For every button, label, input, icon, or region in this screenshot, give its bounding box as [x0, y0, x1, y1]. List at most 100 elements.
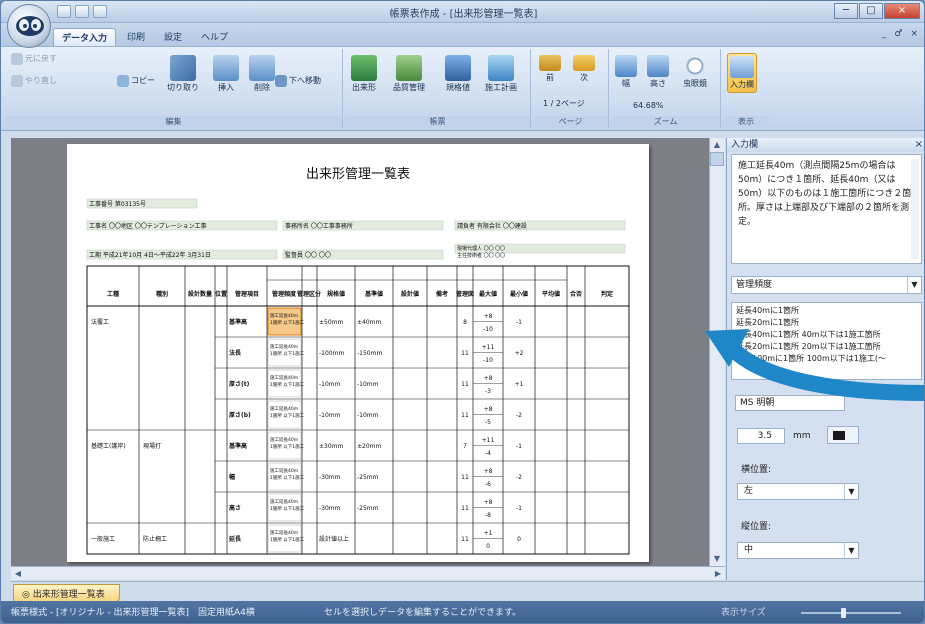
standard-button[interactable]: 規格値: [445, 55, 471, 93]
horizontal-position-select[interactable]: 左 ▼: [737, 483, 859, 500]
scroll-thumb[interactable]: [710, 152, 724, 166]
standard-label: 規格値: [446, 83, 470, 92]
mdi-minimize-button[interactable]: _: [882, 29, 887, 39]
group-page-label: ページ: [533, 116, 608, 127]
move-down-button[interactable]: 下へ移動: [275, 75, 321, 87]
input-pane-label: 入力欄: [730, 80, 754, 89]
scroll-down-icon[interactable]: ▼: [710, 552, 724, 566]
cut-label: 切り取り: [167, 83, 199, 92]
report-sheet[interactable]: 出来形管理一覧表工事番号 第03135号工事名 〇〇地区 〇〇テンプレーション工…: [67, 144, 649, 570]
font-color-button[interactable]: [827, 426, 859, 444]
save-icon[interactable]: [57, 5, 71, 18]
row-max: +8: [484, 468, 493, 475]
mdi-close-button[interactable]: ×: [910, 29, 918, 39]
font-select[interactable]: MS 明朝: [735, 395, 845, 411]
mdi-restore-button[interactable]: ♂: [894, 29, 902, 39]
insert-button[interactable]: 挿入: [213, 55, 239, 93]
list-item[interactable]: 延長100mに1箇所 100m以下は1施工(～: [736, 353, 917, 365]
app-logo-icon: [16, 16, 44, 36]
next-page-button[interactable]: 次: [573, 55, 595, 83]
magnifier-button[interactable]: 虫眼鏡: [683, 55, 707, 89]
font-size-stepper[interactable]: 3.5: [737, 428, 785, 444]
row-kind: 一般施工: [91, 535, 115, 543]
horizontal-scrollbar[interactable]: ◀ ▶: [11, 566, 725, 580]
tab-data-input[interactable]: データ入力: [53, 28, 117, 46]
row-min: -3: [485, 388, 491, 395]
description-scrollbar[interactable]: [911, 159, 919, 259]
window-controls: ─ □ ×: [834, 3, 920, 19]
tab-print[interactable]: 印刷: [119, 28, 153, 46]
group-view-label: 表示: [723, 116, 769, 127]
row-max: +8: [484, 406, 493, 413]
input-pane-button[interactable]: 入力欄: [727, 53, 757, 93]
plan-label: 施工計画: [485, 83, 517, 92]
fit-width-button[interactable]: 幅: [615, 55, 637, 89]
row-max: +8: [484, 499, 493, 506]
scroll-left-icon[interactable]: ◀: [11, 567, 25, 581]
side-panel-close-button[interactable]: ×: [915, 138, 923, 152]
chevron-down-icon[interactable]: ▼: [844, 543, 858, 558]
table-header: 工種: [107, 290, 119, 298]
vertical-scrollbar[interactable]: ▲ ▼: [709, 138, 725, 566]
management-frequency-select[interactable]: 管理頻度 ▼: [731, 276, 922, 294]
frequency-list[interactable]: 延長40mに1箇所 延長20mに1箇所 延長40mに1箇所 40m以下は1施工箇…: [731, 302, 922, 380]
scroll-right-icon[interactable]: ▶: [711, 567, 725, 581]
list-item[interactable]: 延長40mに1箇所: [736, 305, 917, 317]
prev-page-button[interactable]: 前: [539, 55, 561, 83]
ribbon: 元に戻す やり直し コピー 切り取り 挿入 削除 下へ移動 編集 出来形 品質管…: [1, 47, 924, 131]
row-min: -10: [483, 326, 493, 333]
row-count: 8: [463, 319, 467, 326]
dropdown-icon[interactable]: [93, 5, 107, 18]
zoom-slider-thumb[interactable]: [841, 608, 846, 618]
input-side-panel: 入力欄 × 施工延長40m（測点間隔25mの場合は50m）につき１箇所、延長40m…: [726, 138, 924, 580]
redo-button[interactable]: やり直し: [11, 75, 57, 87]
minimize-button[interactable]: ─: [834, 3, 858, 19]
plan-button[interactable]: 施工計画: [485, 55, 517, 93]
delete-button[interactable]: 削除: [249, 55, 275, 93]
vertical-position-select[interactable]: 中 ▼: [737, 542, 859, 559]
management-frequency-value: 管理頻度: [736, 280, 773, 290]
tab-help[interactable]: ヘルプ: [193, 28, 236, 46]
quality-button[interactable]: 品質管理: [393, 55, 425, 93]
chevron-down-icon[interactable]: ▼: [844, 484, 858, 499]
table-header: 平均値: [542, 290, 560, 298]
dekigata-button[interactable]: 出来形: [351, 55, 377, 93]
table-header: 規格値: [327, 290, 345, 298]
row-max: +8: [484, 375, 493, 382]
frequency-text: 1箇所 以下1施工: [270, 350, 305, 357]
redo-label: やり直し: [25, 76, 57, 85]
row-avg: -1: [516, 443, 522, 450]
list-item[interactable]: 延長20mに1箇所 20m以下は1施工箇所: [736, 341, 917, 353]
undo-button[interactable]: 元に戻す: [11, 53, 57, 65]
table-header: 最小値: [510, 290, 528, 298]
maximize-button[interactable]: □: [859, 3, 883, 19]
insert-icon: [213, 55, 239, 81]
row-count: 11: [461, 536, 469, 543]
magnifier-icon: [684, 55, 706, 77]
tab-settings[interactable]: 設定: [156, 28, 190, 46]
frequency-text: 施工延長40m: [270, 498, 298, 505]
row-base-value: -10mm: [357, 412, 379, 419]
app-menu-button[interactable]: [7, 4, 51, 48]
standard-icon: [445, 55, 471, 81]
close-button[interactable]: ×: [884, 3, 920, 19]
horizontal-position-label: 横位置:: [741, 465, 772, 475]
table-header: 基準値: [364, 290, 383, 298]
scroll-up-icon[interactable]: ▲: [710, 138, 724, 152]
list-item[interactable]: 延長20mに1箇所: [736, 317, 917, 329]
fit-height-button[interactable]: 高さ: [647, 55, 669, 89]
open-icon[interactable]: [75, 5, 89, 18]
side-panel-title: 入力欄: [731, 140, 759, 150]
table-header: 管理項目: [235, 290, 259, 298]
cut-button[interactable]: 切り取り: [167, 55, 199, 93]
chevron-down-icon[interactable]: ▼: [907, 277, 921, 293]
zoom-slider[interactable]: [801, 608, 901, 618]
frequency-text: 1箇所 以下1施工: [270, 381, 305, 388]
sheet-tab-icon: ◎: [22, 590, 33, 600]
list-item[interactable]: 延長40mに1箇所 40m以下は1施工箇所: [736, 329, 917, 341]
copy-button[interactable]: コピー: [117, 75, 155, 87]
dekigata-icon: [351, 55, 377, 81]
row-count: 11: [461, 350, 469, 357]
description-box[interactable]: 施工延長40m（測点間隔25mの場合は50m）につき１箇所、延長40m（又は50…: [731, 154, 922, 264]
table-header: 設計数量: [188, 290, 212, 298]
